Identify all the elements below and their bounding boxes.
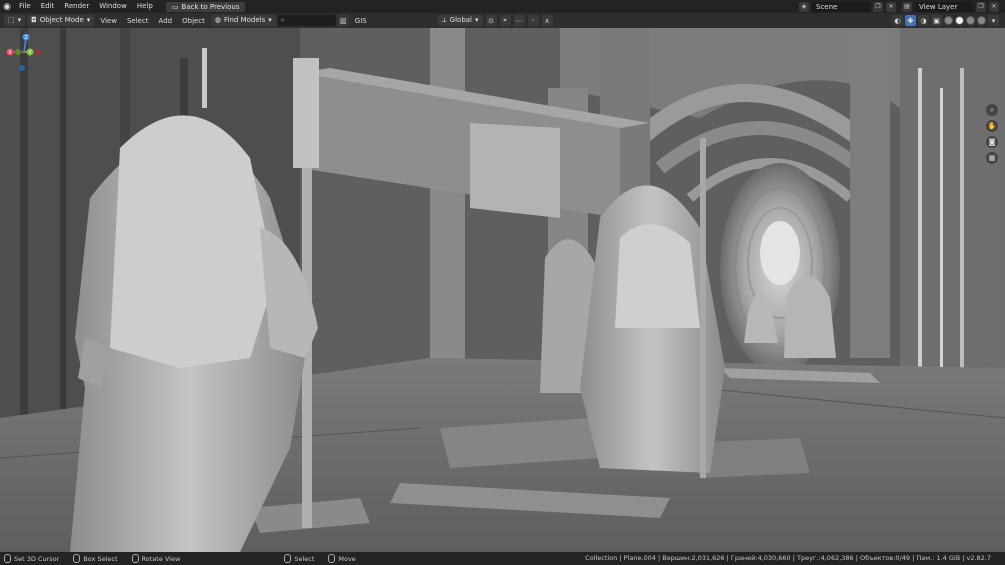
orientation-dropdown[interactable]: ⟂ Global ▾ [438, 15, 483, 26]
search-input[interactable]: ⌕ [277, 15, 336, 26]
back-to-previous-label: Back to Previous [181, 2, 240, 11]
chevron-down-icon: ▾ [475, 16, 479, 24]
chevron-down-icon: ▾ [268, 16, 272, 24]
menu-view[interactable]: View [96, 17, 121, 25]
navigation-tools: ⌕ ✋ ◙ ▦ [986, 104, 998, 164]
rendered-shading-icon[interactable] [977, 16, 986, 25]
zoom-icon[interactable]: ⌕ [986, 104, 998, 116]
view-layer-selector: ▤ View Layer ❐ ✕ [902, 1, 999, 12]
back-to-previous-button[interactable]: ▭ Back to Previous [165, 1, 246, 12]
scene-name-field[interactable]: Scene [812, 1, 870, 12]
mode-label: Object Mode [39, 16, 84, 24]
mode-dropdown[interactable]: ◘ Object Mode ▾ [27, 15, 95, 26]
middle-pillar [430, 28, 465, 368]
hint-label: Select [294, 554, 315, 563]
svg-text:X: X [8, 50, 12, 56]
hint-move: Move [328, 554, 356, 563]
chevron-down-icon: ▾ [17, 16, 22, 24]
3d-viewport[interactable]: Z Y X ⌕ ✋ ◙ ▦ [0, 28, 1005, 552]
mouse-drag-icon [73, 554, 81, 563]
blender-logo-icon[interactable]: ◉ [0, 0, 14, 13]
falloff-icon[interactable]: ∧ [541, 15, 553, 26]
find-models-dropdown[interactable]: ◍ Find Models ▾ [210, 15, 276, 26]
search-icon: ⌕ [280, 16, 285, 24]
shading-options-icon[interactable]: ▾ [988, 15, 999, 26]
mouse-left-icon [284, 554, 292, 563]
material-shading-icon[interactable] [966, 16, 975, 25]
svg-text:Z: Z [24, 35, 28, 41]
hint-label: Move [338, 554, 356, 563]
transform-controls: ⟂ Global ▾ ⊙ ⌖ ⋯ ◦ ∧ [438, 15, 553, 26]
view-layer-icon[interactable]: ▤ [902, 1, 912, 12]
status-bar: Set 3D Cursor Box Select Rotate View Sel… [0, 552, 1005, 565]
menu-object[interactable]: Object [178, 17, 209, 25]
grid-icon[interactable]: ▦ [986, 152, 998, 164]
orientation-label: Global [449, 16, 473, 24]
right-pillar [850, 28, 890, 358]
viewport-shading-controls: ◐ ✥ ◑ ▣ ▾ [892, 15, 999, 26]
hint-rotate-view: Rotate View [131, 554, 181, 563]
snap-icon[interactable]: ⌖ [499, 15, 511, 26]
proportional-edit-icon[interactable]: ◦ [527, 15, 539, 26]
menu-render[interactable]: Render [59, 0, 94, 13]
menu-select[interactable]: Select [123, 17, 153, 25]
delete-view-layer-icon[interactable]: ✕ [989, 1, 999, 12]
menu-help[interactable]: Help [132, 0, 158, 13]
orientation-icon: ⟂ [442, 16, 447, 24]
snap-target-icon[interactable]: ⋯ [513, 15, 525, 26]
delete-scene-icon[interactable]: ✕ [886, 1, 896, 12]
gis-menu-icon[interactable]: ▥ [337, 15, 349, 26]
hint-set-3d-cursor: Set 3D Cursor [4, 554, 59, 563]
scene-statistics: Collection | Plane.004 | Вершин:2,031,62… [585, 554, 991, 562]
pivot-point-icon[interactable]: ⊙ [485, 15, 497, 26]
gis-menu[interactable]: GIS [351, 17, 371, 25]
xray-icon[interactable]: ▣ [931, 15, 942, 26]
view-layer-name-field[interactable]: View Layer [915, 1, 973, 12]
mouse-right-icon [328, 554, 336, 563]
navigation-gizmo[interactable]: Z Y X [0, 28, 48, 76]
hint-label: Rotate View [141, 554, 181, 563]
pan-hand-icon[interactable]: ✋ [986, 120, 998, 132]
menu-window[interactable]: Window [94, 0, 132, 13]
viewport-header: ⬚ ▾ ◘ Object Mode ▾ View Select Add Objec… [0, 13, 1005, 28]
visibility-icon[interactable]: ◐ [892, 15, 903, 26]
top-menubar: ◉ File Edit Render Window Help ▭ Back to… [0, 0, 1005, 13]
mouse-left-icon [4, 554, 11, 563]
hint-select: Select [284, 554, 314, 563]
editor-type-dropdown[interactable]: ⬚ ▾ [4, 15, 26, 26]
menu-file[interactable]: File [14, 0, 36, 13]
camera-icon[interactable]: ◙ [986, 136, 998, 148]
globe-icon: ◍ [214, 16, 222, 24]
cube-icon: ⬚ [8, 16, 15, 24]
new-view-layer-icon[interactable]: ❐ [976, 1, 986, 12]
back-icon: ▭ [171, 2, 179, 11]
hint-box-select: Box Select [73, 554, 118, 563]
solid-shading-icon[interactable] [955, 16, 964, 25]
menu-add[interactable]: Add [155, 17, 177, 25]
new-scene-icon[interactable]: ❐ [873, 1, 883, 12]
find-models-label: Find Models [224, 16, 266, 24]
wireframe-shading-icon[interactable] [944, 16, 953, 25]
hint-label: Set 3D Cursor [14, 554, 60, 563]
chevron-down-icon: ▾ [86, 16, 91, 24]
menu-edit[interactable]: Edit [36, 0, 60, 13]
scene-icon[interactable]: ◈ [799, 1, 809, 12]
scene-render [0, 28, 1005, 552]
scene-selector: ◈ Scene ❐ ✕ [799, 1, 896, 12]
mouse-middle-icon [131, 554, 139, 563]
hint-label: Box Select [83, 554, 118, 563]
object-mode-icon: ◘ [31, 16, 37, 24]
overlays-icon[interactable]: ◑ [918, 15, 929, 26]
gizmo-toggle-icon[interactable]: ✥ [905, 15, 916, 26]
